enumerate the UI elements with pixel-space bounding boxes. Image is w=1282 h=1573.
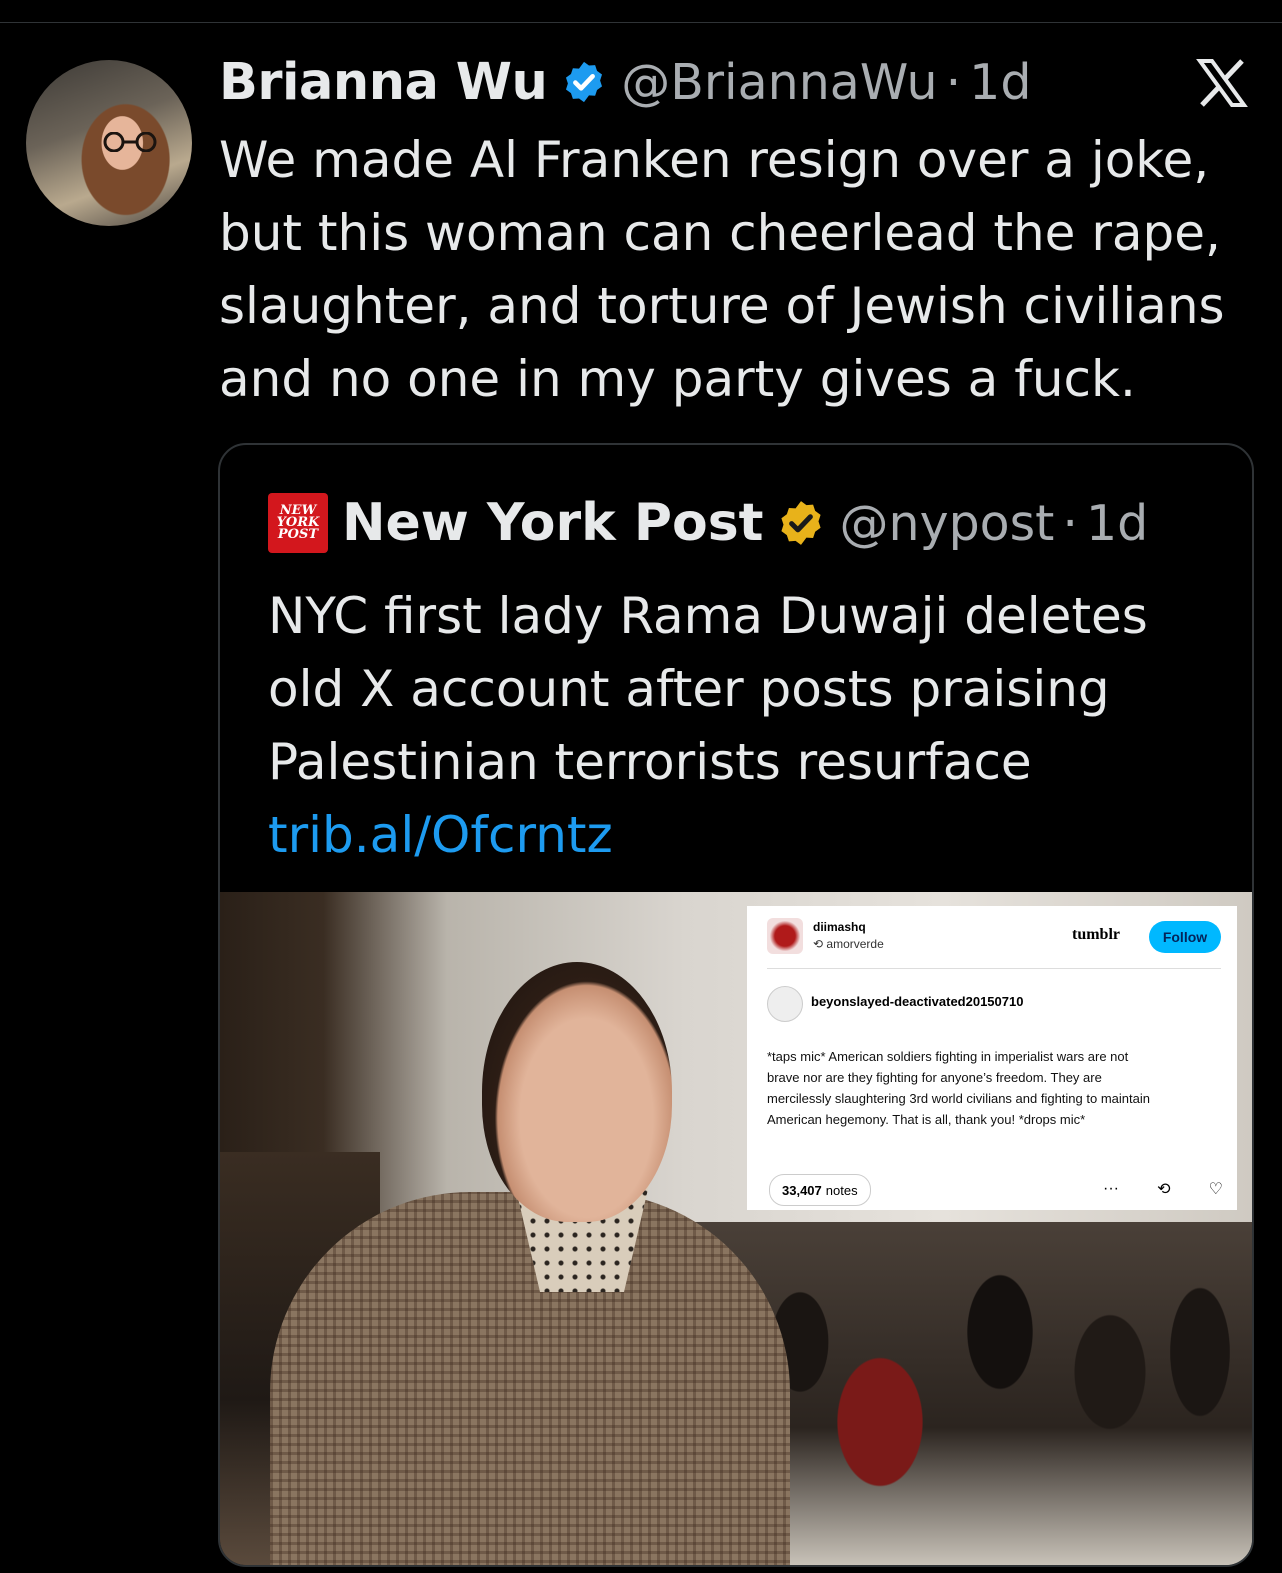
avatar-glasses-icon [103, 132, 157, 152]
tumblr-poster-name: beyonslayed-deactivated20150710 [811, 994, 1024, 1009]
separator-dot: · [1062, 494, 1078, 552]
tweet-text-line: We made Al Franken resign over a joke, [219, 131, 1210, 189]
quoted-author-name[interactable]: New York Post [342, 493, 764, 553]
author-avatar[interactable] [26, 60, 192, 226]
x-logo-icon [1196, 59, 1248, 107]
tweet-header: Brianna Wu @BriannaWu · 1d [219, 52, 1031, 112]
quoted-tweet-text: NYC first lady Rama Duwaji deletes old X… [268, 580, 1228, 872]
nypost-logo-line: POST [277, 527, 319, 542]
quoted-text-line: NYC first lady Rama Duwaji deletes [268, 587, 1148, 645]
tumblr-follow-button: Follow [1149, 921, 1221, 953]
reblog-icon: ⟲ [813, 937, 824, 951]
heart-icon: ♡ [1208, 1181, 1223, 1198]
author-name[interactable]: Brianna Wu [219, 53, 548, 112]
article-photo[interactable]: diimashq ⟲ amorverde tumblr Follow beyon… [220, 892, 1252, 1565]
tumblr-body-line: *taps mic* American soldiers fighting in… [767, 1049, 1129, 1064]
tumblr-username: diimashq [813, 920, 866, 934]
nypost-logo: NEW YORK POST [268, 493, 328, 553]
top-divider [0, 22, 1282, 23]
quoted-text-line: old X account after posts praising [268, 660, 1110, 718]
tumblr-body-line: mercilessly slaughtering 3rd world civil… [767, 1091, 1150, 1106]
tumblr-post-body: *taps mic* American soldiers fighting in… [767, 1046, 1222, 1130]
photo-woman-portrait [482, 962, 672, 1222]
tweet-text-line: but this woman can cheerlead the rape, [219, 204, 1221, 262]
tumblr-notes-count: 33,407 [782, 1182, 822, 1198]
author-handle[interactable]: @BriannaWu [621, 54, 937, 111]
more-dots-icon: ··· [1103, 1180, 1119, 1197]
quoted-tweet[interactable]: NEW YORK POST New York Post @nypost · 1d… [218, 443, 1254, 1567]
quoted-tweet-time[interactable]: 1d [1086, 495, 1148, 552]
tweet-text-line: and no one in my party gives a fuck. [219, 350, 1136, 408]
tumblr-notes-pill: 33,407 notes [769, 1174, 871, 1206]
tumblr-body-line: brave nor are they fighting for anyone’s… [767, 1070, 1102, 1085]
quoted-author-handle[interactable]: @nypost [840, 495, 1055, 552]
tumblr-brand: tumblr [1072, 926, 1120, 943]
tumblr-reblog-line: ⟲ amorverde [813, 937, 884, 951]
tweet-text-line: slaughter, and torture of Jewish civilia… [219, 277, 1225, 335]
tumblr-post-screenshot: diimashq ⟲ amorverde tumblr Follow beyon… [747, 906, 1237, 1210]
article-link[interactable]: trib.al/Ofcrntz [268, 799, 1228, 872]
reblog-icon: ⟲ [1157, 1181, 1171, 1198]
gold-verified-badge-icon [780, 501, 821, 545]
verified-badge-icon [566, 61, 603, 103]
tumblr-body-line: American hegemony. That is all, thank yo… [767, 1112, 1086, 1127]
tumblr-actions: ··· ⟲ ♡ [1103, 1176, 1223, 1202]
tumblr-divider [767, 968, 1221, 969]
tumblr-reblogged-from: amorverde [826, 937, 884, 951]
tumblr-user-avatar [767, 918, 803, 954]
tweet-time[interactable]: 1d [969, 54, 1031, 111]
separator-dot: · [945, 53, 962, 111]
quoted-text-line: Palestinian terrorists resurface [268, 733, 1032, 791]
tweet-text: We made Al Franken resign over a joke, b… [219, 124, 1259, 416]
quoted-tweet-header: NEW YORK POST New York Post @nypost · 1d [268, 491, 1148, 555]
tumblr-notes-label: notes [825, 1182, 858, 1198]
tumblr-poster-avatar [767, 986, 803, 1022]
